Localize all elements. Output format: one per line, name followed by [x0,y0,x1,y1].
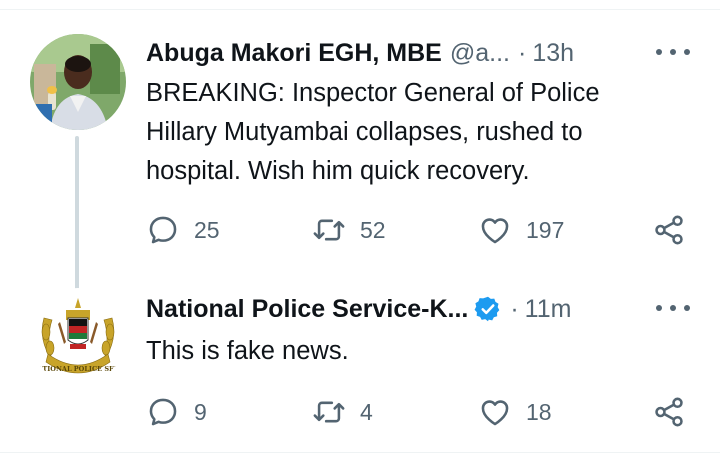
retweet-button[interactable]: 52 [312,210,386,250]
author-handle[interactable]: @a... [450,39,510,68]
reply-button[interactable]: 9 [146,392,207,432]
separator-dot: · [518,38,527,67]
like-icon [481,400,509,426]
tweet-parent[interactable]: Abuga Makori EGH, MBE @a... · 13h BREAKI… [0,10,720,294]
tweet-text-line: hospital. Wish him quick recovery. [146,157,530,185]
retweet-count: 4 [360,398,373,425]
separator-dot: · [510,294,519,323]
tweet-timestamp[interactable]: 13h [532,39,574,68]
reply-count: 25 [194,216,220,243]
svg-text:NATIONAL POLICE SERV: NATIONAL POLICE SERV [32,365,125,373]
share-icon [655,215,683,245]
like-button[interactable]: 18 [478,392,552,432]
tweet-reply[interactable]: NATIONAL POLICE SERV National Police Ser… [0,282,720,450]
share-icon [655,397,683,427]
tweet-text-line: BREAKING: Inspector General of Police [146,79,600,107]
tweet-actions: 9 4 18 [146,392,690,432]
author-name[interactable]: Abuga Makori EGH, MBE [146,39,442,68]
verified-badge-icon [474,296,500,322]
tweet-text: BREAKING: Inspector General of Police Hi… [146,74,600,191]
author-name[interactable]: National Police Service-K... [146,295,468,324]
like-button[interactable]: 197 [478,210,564,250]
share-button[interactable] [652,210,700,250]
reply-count: 9 [194,398,207,425]
like-count: 18 [526,398,552,425]
reply-button[interactable]: 25 [146,210,220,250]
tweet-header: Abuga Makori EGH, MBE @a... · 13h [146,32,690,74]
reply-icon [149,398,177,426]
more-icon [656,49,662,55]
tweet-header: National Police Service-K... · 11m [146,288,690,330]
bottom-divider [0,452,720,453]
more-icon [656,305,662,311]
like-icon [481,218,509,244]
avatar-national-police-service[interactable]: NATIONAL POLICE SERV [30,288,126,384]
tweet-text-line: Hillary Mutyambai collapses, rushed to [146,118,583,146]
retweet-count: 52 [360,216,386,243]
retweet-icon [313,401,345,423]
tweet-actions: 25 52 197 [146,210,690,250]
retweet-button[interactable]: 4 [312,392,373,432]
retweet-icon [313,219,345,241]
tweet-timestamp[interactable]: 11m [525,295,572,324]
share-button[interactable] [652,392,700,432]
tweet-text: This is fake news. [146,337,349,365]
avatar-abuga-makori[interactable] [30,34,126,130]
reply-icon [149,216,177,244]
thread-connector-line [75,136,79,294]
more-options-button[interactable] [656,40,690,64]
more-options-button[interactable] [656,296,690,320]
like-count: 197 [526,216,565,243]
